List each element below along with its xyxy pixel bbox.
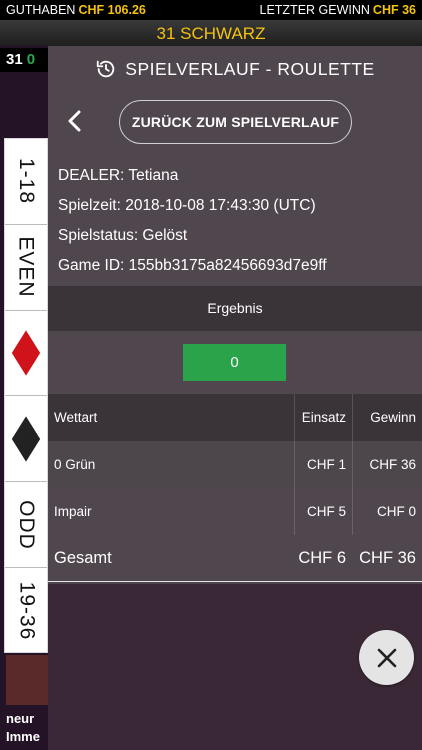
bet-black[interactable]	[5, 396, 47, 483]
balance: GUTHABEN CHF 106.26	[6, 3, 146, 17]
table-row: 0 Grün CHF 1 CHF 36	[48, 441, 422, 488]
side-bets-column: 1-18 EVEN ODD 19-36	[4, 138, 48, 653]
balance-value: CHF 106.26	[78, 3, 146, 17]
chevron-left-icon[interactable]	[66, 110, 84, 132]
ticker-line: neur	[6, 711, 35, 726]
game-info: DEALER: Tetiana Spielzeit: 2018-10-08 17…	[58, 161, 408, 281]
ticker-line: Imme	[6, 729, 40, 744]
recent-number: 31	[6, 51, 23, 68]
table-header: Wettart Einsatz Gewinn	[48, 394, 422, 441]
bets-table: Wettart Einsatz Gewinn 0 Grün CHF 1 CHF …	[48, 394, 422, 582]
bet-19-36[interactable]: 19-36	[5, 568, 47, 654]
status-text: Spielstatus: Gelöst	[58, 227, 188, 244]
total-win: CHF 36	[359, 548, 416, 567]
bet-win: CHF 36	[352, 441, 422, 488]
bet-type: Impair	[54, 504, 92, 519]
header-bet-type: Wettart	[54, 410, 98, 425]
header-stake: Einsatz	[294, 394, 352, 441]
back-to-history-button[interactable]: ZURÜCK ZUM SPIELVERLAUF	[119, 100, 352, 144]
panel-title: SPIELVERLAUF - ROULETTE	[125, 58, 375, 79]
bet-even[interactable]: EVEN	[5, 225, 47, 311]
total-stake: CHF 6	[298, 548, 346, 567]
close-icon	[377, 648, 396, 667]
last-win: LETZTER GEWINN CHF 36	[260, 3, 417, 17]
header-win: Gewinn	[352, 394, 422, 441]
bet-win: CHF 0	[352, 488, 422, 535]
history-icon	[97, 60, 115, 78]
close-button[interactable]	[359, 630, 414, 685]
last-win-value: CHF 36	[372, 3, 416, 17]
total-label: Gesamt	[54, 548, 112, 567]
game-id-text: Game ID: 155bb3175a82456693d7e9ff	[58, 257, 327, 274]
bet-odd[interactable]: ODD	[5, 482, 47, 568]
panel-header: SPIELVERLAUF - ROULETTE	[48, 46, 422, 92]
balance-label: GUTHABEN	[6, 3, 76, 17]
red-diamond-icon	[16, 336, 36, 370]
result-heading: Ergebnis	[48, 286, 422, 331]
bet-1-18[interactable]: 1-18	[5, 139, 47, 225]
result-number: 0	[183, 344, 286, 381]
game-history-panel: SPIELVERLAUF - ROULETTE ZURÜCK ZUM SPIEL…	[48, 46, 422, 584]
status-bar: GUTHABEN CHF 106.26 LETZTER GEWINN CHF 36	[0, 0, 422, 20]
recent-numbers: 31 0	[0, 48, 48, 72]
back-row: ZURÜCK ZUM SPIELVERLAUF	[48, 98, 422, 144]
player-thumbnail	[6, 655, 48, 705]
bet-stake: CHF 5	[294, 488, 352, 535]
last-win-label: LETZTER GEWINN	[259, 3, 370, 17]
recent-zero: 0	[26, 51, 36, 68]
bet-red[interactable]	[5, 311, 47, 397]
last-result-banner: 31 SCHWARZ	[0, 20, 422, 46]
table-total-row: Gesamt CHF 6 CHF 36	[48, 535, 422, 582]
bet-type: 0 Grün	[54, 457, 96, 472]
chat-ticker: neur Imme	[6, 710, 422, 750]
playtime-text: Spielzeit: 2018-10-08 17:43:30 (UTC)	[58, 197, 316, 214]
black-diamond-icon	[16, 422, 36, 456]
bet-stake: CHF 1	[294, 441, 352, 488]
table-row: Impair CHF 5 CHF 0	[48, 488, 422, 535]
dealer-text: DEALER: Tetiana	[58, 167, 179, 184]
